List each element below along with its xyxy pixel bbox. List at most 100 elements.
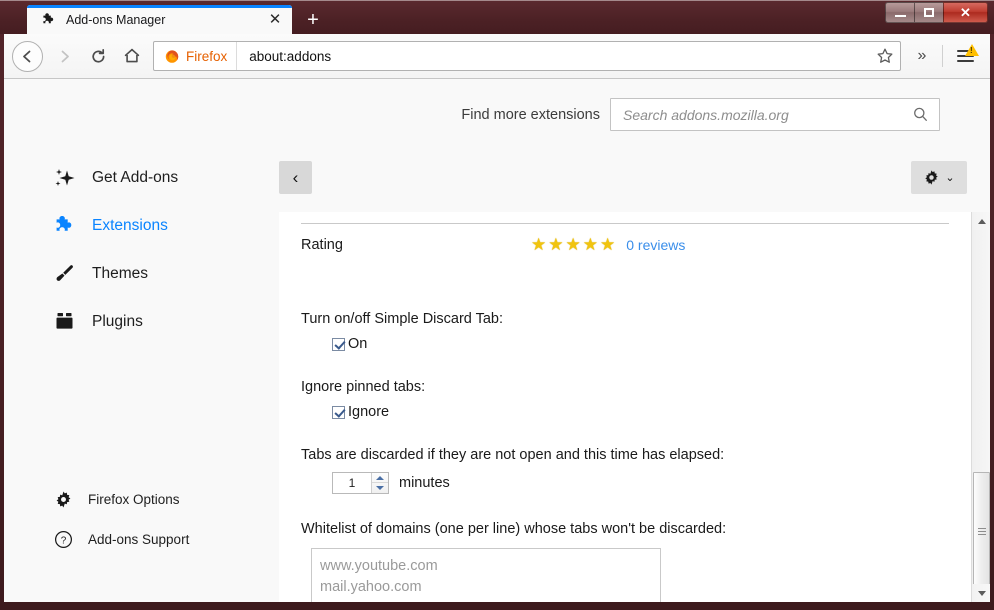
toggle-on-label: On [348, 336, 368, 352]
identity-box[interactable]: Firefox [154, 42, 238, 70]
url-text[interactable]: about:addons [237, 49, 870, 64]
ignore-pinned-checkbox-row[interactable]: Ignore [332, 404, 949, 420]
warning-badge-icon [965, 44, 979, 56]
detail-scrollbar[interactable] [971, 212, 990, 602]
detail-panel: Rating ★ ★ ★ ★ ★ 0 reviews Turn on/off S… [279, 212, 971, 602]
stepper-down-button[interactable] [372, 483, 388, 493]
sidebar-label: Get Add-ons [92, 169, 179, 186]
rating-label: Rating [301, 236, 343, 253]
browser-window: Add-ons Manager ✕ + ✕ Firefox about:addo… [0, 0, 994, 610]
star-icon: ★ [565, 234, 581, 254]
ignore-pinned-label: Ignore [348, 404, 390, 420]
overflow-button[interactable]: » [907, 39, 937, 73]
addon-options-form: Turn on/off Simple Discard Tab: On Ignor… [301, 265, 949, 602]
toggle-label: Turn on/off Simple Discard Tab: [301, 311, 504, 327]
chevron-down-icon: ⌄ [945, 172, 955, 184]
search-input[interactable] [623, 106, 910, 123]
minutes-unit-label: minutes [399, 475, 450, 491]
chevron-up-icon [977, 218, 986, 224]
svg-text:?: ? [60, 535, 66, 546]
firefox-logo-icon [165, 50, 179, 63]
forward-button[interactable] [47, 39, 81, 73]
addons-manager-content: Find more extensions Search addons.mozil… [4, 79, 990, 602]
tab-close-icon[interactable]: ✕ [266, 11, 284, 29]
rating-stars: ★ ★ ★ ★ ★ [531, 235, 615, 255]
window-controls: ✕ [885, 2, 988, 23]
sidebar-item-get-addons[interactable]: Get Add-ons [4, 163, 266, 193]
sidebar-item-firefox-options[interactable]: Firefox Options [4, 486, 266, 512]
minutes-value[interactable]: 1 [333, 473, 371, 493]
sidebar-item-themes[interactable]: Themes [4, 259, 266, 289]
puzzle-piece-icon [41, 12, 57, 28]
scrollbar-thumb[interactable] [973, 472, 990, 592]
browser-tab[interactable]: Add-ons Manager ✕ [27, 5, 292, 34]
sidebar-item-extensions[interactable]: Extensions [4, 211, 266, 241]
whitelist-label: Whitelist of domains (one per line) whos… [301, 521, 727, 537]
sidebar-label: Extensions [92, 217, 168, 234]
star-icon: ★ [582, 234, 598, 254]
sidebar-item-addons-support[interactable]: ? Add-ons Support [4, 526, 266, 552]
toggle-on-checkbox-row[interactable]: On [332, 336, 949, 352]
tab-strip: Add-ons Manager ✕ + [0, 0, 860, 34]
scrollbar-down-button[interactable] [972, 584, 990, 602]
star-icon: ★ [600, 234, 616, 254]
identity-label: Firefox [186, 48, 228, 64]
whitelist-textarea[interactable] [311, 548, 661, 602]
search-icon[interactable] [910, 106, 930, 123]
back-button[interactable] [12, 40, 43, 72]
star-icon: ★ [548, 234, 564, 254]
chevron-down-icon [977, 590, 986, 596]
arrow-right-icon [61, 50, 69, 62]
puzzle-piece-icon [52, 214, 78, 238]
detail-toolbar: ‹ ⌄ [266, 139, 990, 215]
new-tab-button[interactable]: + [300, 8, 326, 32]
search-box[interactable] [610, 98, 940, 131]
stepper-up-button[interactable] [372, 473, 388, 483]
minimize-button[interactable] [885, 2, 914, 23]
minimize-icon [894, 15, 906, 17]
title-bar: Add-ons Manager ✕ + ✕ [0, 0, 994, 34]
find-more-extensions-row: Find more extensions [461, 98, 940, 131]
stepper-arrows [371, 473, 388, 493]
bookmark-star-icon[interactable] [870, 42, 900, 70]
addons-sidebar: Get Add-ons Extensions Themes Plugins Fi… [4, 139, 266, 602]
grip-icon [977, 527, 986, 537]
scrollbar-up-button[interactable] [972, 212, 990, 230]
sidebar-bottom-group: Firefox Options ? Add-ons Support [4, 486, 266, 566]
sidebar-item-plugins[interactable]: Plugins [4, 307, 266, 337]
addon-detail-pane: ‹ ⌄ Rating ★ ★ ★ ★ ★ 0 reviews Turn on/o… [266, 139, 990, 602]
question-circle-icon: ? [52, 530, 74, 549]
navigation-toolbar: Firefox about:addons » [4, 34, 990, 79]
app-menu-button[interactable] [948, 39, 982, 73]
sidebar-label: Add-ons Support [88, 531, 190, 547]
minutes-row: 1 minutes [332, 472, 949, 494]
rating-row: Rating ★ ★ ★ ★ ★ 0 reviews [301, 223, 949, 265]
detail-back-button[interactable]: ‹ [279, 161, 312, 194]
sidebar-label: Firefox Options [88, 491, 180, 507]
paintbrush-icon [52, 262, 78, 286]
reload-button[interactable] [81, 39, 115, 73]
checkbox-checked-icon[interactable] [332, 405, 345, 419]
chevron-up-icon [376, 475, 384, 480]
sidebar-label: Themes [92, 265, 148, 282]
toolbar-separator [942, 45, 943, 67]
minutes-stepper[interactable]: 1 [332, 472, 389, 494]
close-button[interactable]: ✕ [943, 2, 988, 23]
star-icon: ★ [531, 234, 547, 254]
gear-icon [52, 490, 74, 509]
url-bar[interactable]: Firefox about:addons [153, 41, 901, 71]
checkbox-checked-icon[interactable] [332, 337, 345, 351]
maximize-button[interactable] [914, 2, 943, 23]
plugin-icon [52, 310, 78, 334]
find-more-extensions-label: Find more extensions [461, 106, 600, 123]
pinned-label: Ignore pinned tabs: [301, 379, 426, 395]
reload-icon [91, 48, 104, 63]
maximize-icon [924, 8, 934, 17]
sparkle-icon [52, 166, 78, 190]
tools-menu-button[interactable]: ⌄ [911, 161, 967, 194]
sidebar-label: Plugins [92, 313, 143, 330]
home-button[interactable] [115, 39, 149, 73]
reviews-link[interactable]: 0 reviews [626, 237, 685, 253]
arrow-left-icon [23, 50, 31, 62]
tab-title: Add-ons Manager [66, 12, 166, 27]
